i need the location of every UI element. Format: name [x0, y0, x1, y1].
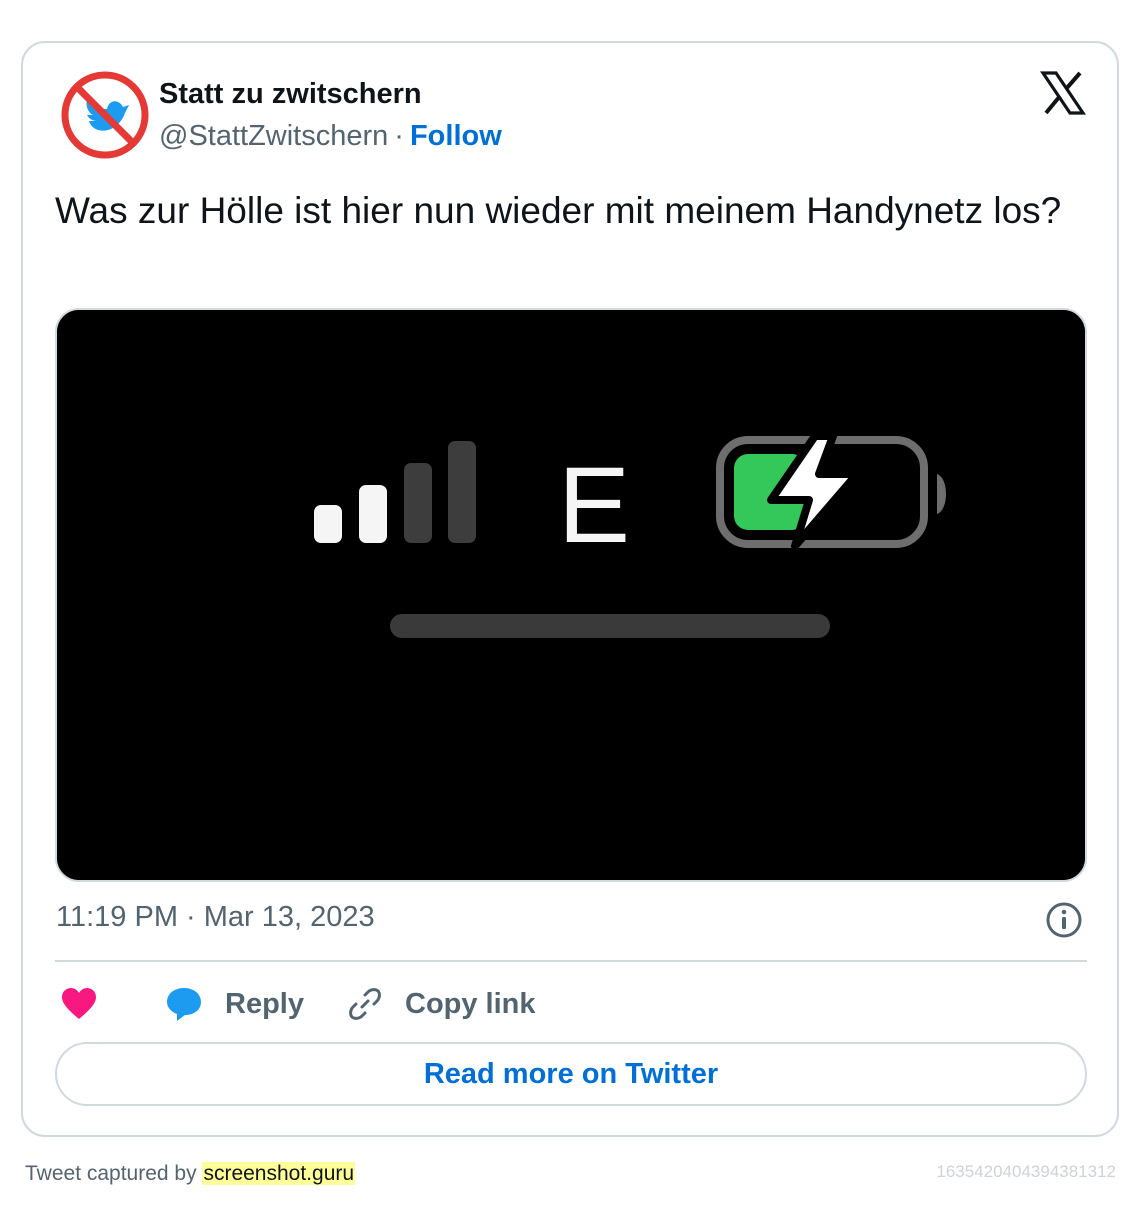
- tweet-card: Statt zu zwitschern @StattZwitschern · Fol…: [21, 41, 1119, 1137]
- divider: [55, 960, 1087, 962]
- signal-bar-3: [404, 463, 432, 543]
- tweet-text: Was zur Hölle ist hier nun wieder mit me…: [55, 190, 1062, 231]
- link-icon: [349, 988, 381, 1020]
- home-indicator: [390, 614, 830, 638]
- signal-bar-4: [448, 441, 476, 543]
- copy-link-button[interactable]: Copy link: [347, 981, 536, 1027]
- author-handle[interactable]: @StattZwitschern: [159, 120, 388, 152]
- copy-link-label: Copy link: [405, 987, 536, 1020]
- action-bar: Reply Copy link: [55, 981, 1087, 1027]
- heart-icon: [62, 988, 96, 1019]
- like-button[interactable]: [61, 981, 97, 1027]
- info-icon[interactable]: [1045, 901, 1083, 939]
- reply-button[interactable]: Reply: [165, 981, 304, 1027]
- reply-label: Reply: [225, 987, 304, 1020]
- author-meta: @StattZwitschern · Follow: [159, 120, 502, 153]
- tweet-id: 1635420404394381312: [936, 1162, 1116, 1181]
- capture-footer: Tweet captured by screenshot.guru: [25, 1162, 356, 1186]
- network-type-label: E: [558, 444, 630, 565]
- tweet-media[interactable]: E: [55, 308, 1087, 882]
- no-bird-avatar[interactable]: [59, 69, 151, 161]
- captured-by-text: Tweet captured by: [25, 1162, 197, 1185]
- follow-button[interactable]: Follow: [410, 120, 502, 152]
- signal-bar-2: [359, 485, 387, 543]
- read-more-button[interactable]: Read more on Twitter: [55, 1042, 1087, 1106]
- signal-bar-1: [314, 505, 342, 543]
- author-name[interactable]: Statt zu zwitschern: [159, 78, 422, 111]
- x-logo-icon[interactable]: [1039, 69, 1087, 117]
- separator: ·: [394, 120, 404, 152]
- reply-bubble-icon: [167, 988, 201, 1021]
- screenshot-guru-link[interactable]: screenshot.guru: [202, 1162, 356, 1185]
- status-bar-image: E: [57, 310, 1085, 880]
- tweet-timestamp[interactable]: 11:19 PM · Mar 13, 2023: [56, 901, 375, 934]
